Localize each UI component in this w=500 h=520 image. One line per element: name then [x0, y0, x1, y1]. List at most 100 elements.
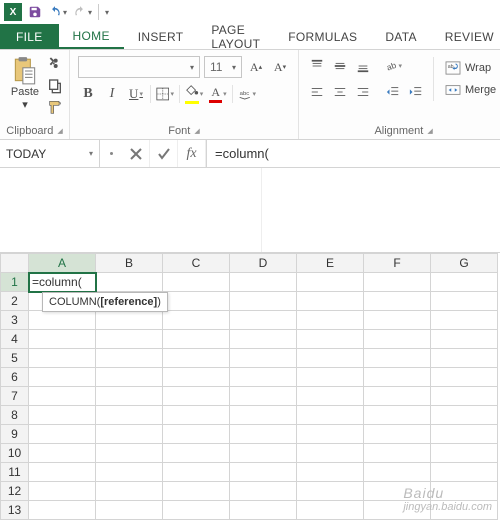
cell[interactable]: [29, 501, 96, 520]
cell[interactable]: [230, 482, 297, 501]
cell[interactable]: [364, 501, 431, 520]
cell[interactable]: [96, 406, 163, 425]
align-left-button[interactable]: [307, 82, 327, 102]
spreadsheet-grid[interactable]: A B C D E F G 1 =column( 2 3 4 5 6 7 8 9…: [0, 253, 500, 520]
cell[interactable]: [364, 387, 431, 406]
cell[interactable]: [29, 463, 96, 482]
cell[interactable]: [96, 501, 163, 520]
bold-button[interactable]: B: [78, 84, 98, 104]
cell[interactable]: [230, 349, 297, 368]
cell[interactable]: [364, 425, 431, 444]
cell[interactable]: [431, 501, 498, 520]
tab-formulas[interactable]: FORMULAS: [274, 24, 371, 49]
cell[interactable]: [297, 406, 364, 425]
function-tooltip[interactable]: COLUMN([reference]): [42, 292, 168, 312]
cell[interactable]: [96, 349, 163, 368]
cell[interactable]: [230, 330, 297, 349]
redo-button[interactable]: ▾: [73, 5, 92, 19]
col-header[interactable]: E: [297, 254, 364, 273]
cell[interactable]: [163, 444, 230, 463]
cell[interactable]: [297, 273, 364, 292]
cell[interactable]: [364, 368, 431, 387]
cell[interactable]: [230, 292, 297, 311]
insert-function-button[interactable]: fx: [178, 140, 206, 167]
cell[interactable]: [431, 330, 498, 349]
cell[interactable]: [230, 406, 297, 425]
tab-review[interactable]: REVIEW: [431, 24, 500, 49]
col-header[interactable]: A: [29, 254, 96, 273]
cell[interactable]: [431, 444, 498, 463]
orientation-button[interactable]: ab▾: [383, 56, 403, 76]
grow-font-button[interactable]: A▴: [246, 57, 266, 77]
cut-icon[interactable]: [47, 56, 63, 72]
cell[interactable]: [163, 387, 230, 406]
cell[interactable]: [230, 311, 297, 330]
cell[interactable]: [29, 387, 96, 406]
row-header[interactable]: 1: [1, 273, 29, 292]
cell[interactable]: [431, 368, 498, 387]
enter-formula-button[interactable]: [150, 140, 178, 167]
cell[interactable]: [364, 311, 431, 330]
cell[interactable]: [297, 349, 364, 368]
cell[interactable]: [230, 425, 297, 444]
row-header[interactable]: 7: [1, 387, 29, 406]
cell[interactable]: [431, 406, 498, 425]
cell[interactable]: [297, 387, 364, 406]
cell[interactable]: [29, 482, 96, 501]
cell[interactable]: [163, 482, 230, 501]
align-bottom-button[interactable]: [353, 56, 373, 76]
cell[interactable]: [431, 311, 498, 330]
paste-button[interactable]: Paste ▾: [6, 54, 44, 118]
cell[interactable]: [230, 463, 297, 482]
row-header[interactable]: 9: [1, 425, 29, 444]
shrink-font-button[interactable]: A▾: [270, 57, 290, 77]
cell[interactable]: [297, 311, 364, 330]
name-box[interactable]: TODAY ▾: [0, 140, 100, 167]
cell[interactable]: [96, 463, 163, 482]
cell[interactable]: [29, 368, 96, 387]
row-header[interactable]: 6: [1, 368, 29, 387]
cell[interactable]: [364, 349, 431, 368]
cell[interactable]: [163, 406, 230, 425]
cell[interactable]: [431, 425, 498, 444]
cell[interactable]: [297, 501, 364, 520]
cell[interactable]: [163, 463, 230, 482]
col-header[interactable]: F: [364, 254, 431, 273]
cell[interactable]: [230, 501, 297, 520]
col-header[interactable]: D: [230, 254, 297, 273]
align-middle-button[interactable]: [330, 56, 350, 76]
italic-button[interactable]: I: [102, 84, 122, 104]
tab-page-layout[interactable]: PAGE LAYOUT: [197, 24, 274, 49]
undo-button[interactable]: ▾: [48, 5, 67, 19]
save-icon[interactable]: [28, 5, 42, 19]
cell[interactable]: [230, 387, 297, 406]
decrease-indent-button[interactable]: [383, 82, 403, 102]
cell[interactable]: [163, 368, 230, 387]
row-header[interactable]: 5: [1, 349, 29, 368]
cell[interactable]: [163, 311, 230, 330]
phonetic-button[interactable]: abc ▾: [237, 84, 257, 104]
cell[interactable]: [230, 444, 297, 463]
cell[interactable]: [29, 406, 96, 425]
font-name-select[interactable]: ▾: [78, 56, 200, 78]
cell[interactable]: [29, 349, 96, 368]
cell[interactable]: [29, 444, 96, 463]
cell[interactable]: [96, 311, 163, 330]
cell[interactable]: [96, 425, 163, 444]
cell[interactable]: [297, 482, 364, 501]
cell[interactable]: [431, 349, 498, 368]
font-size-select[interactable]: 11 ▾: [204, 56, 242, 78]
fill-color-button[interactable]: ▾: [184, 84, 204, 104]
row-header[interactable]: 3: [1, 311, 29, 330]
cell[interactable]: [96, 273, 163, 292]
formula-input[interactable]: =column(: [207, 140, 500, 167]
col-header[interactable]: C: [163, 254, 230, 273]
cell[interactable]: [431, 387, 498, 406]
increase-indent-button[interactable]: [406, 82, 426, 102]
cell[interactable]: [163, 292, 230, 311]
align-center-button[interactable]: [330, 82, 350, 102]
cell[interactable]: [431, 292, 498, 311]
format-painter-icon[interactable]: [47, 100, 63, 116]
customize-qat-icon[interactable]: ▾: [105, 8, 109, 17]
tab-file[interactable]: FILE: [0, 24, 59, 49]
